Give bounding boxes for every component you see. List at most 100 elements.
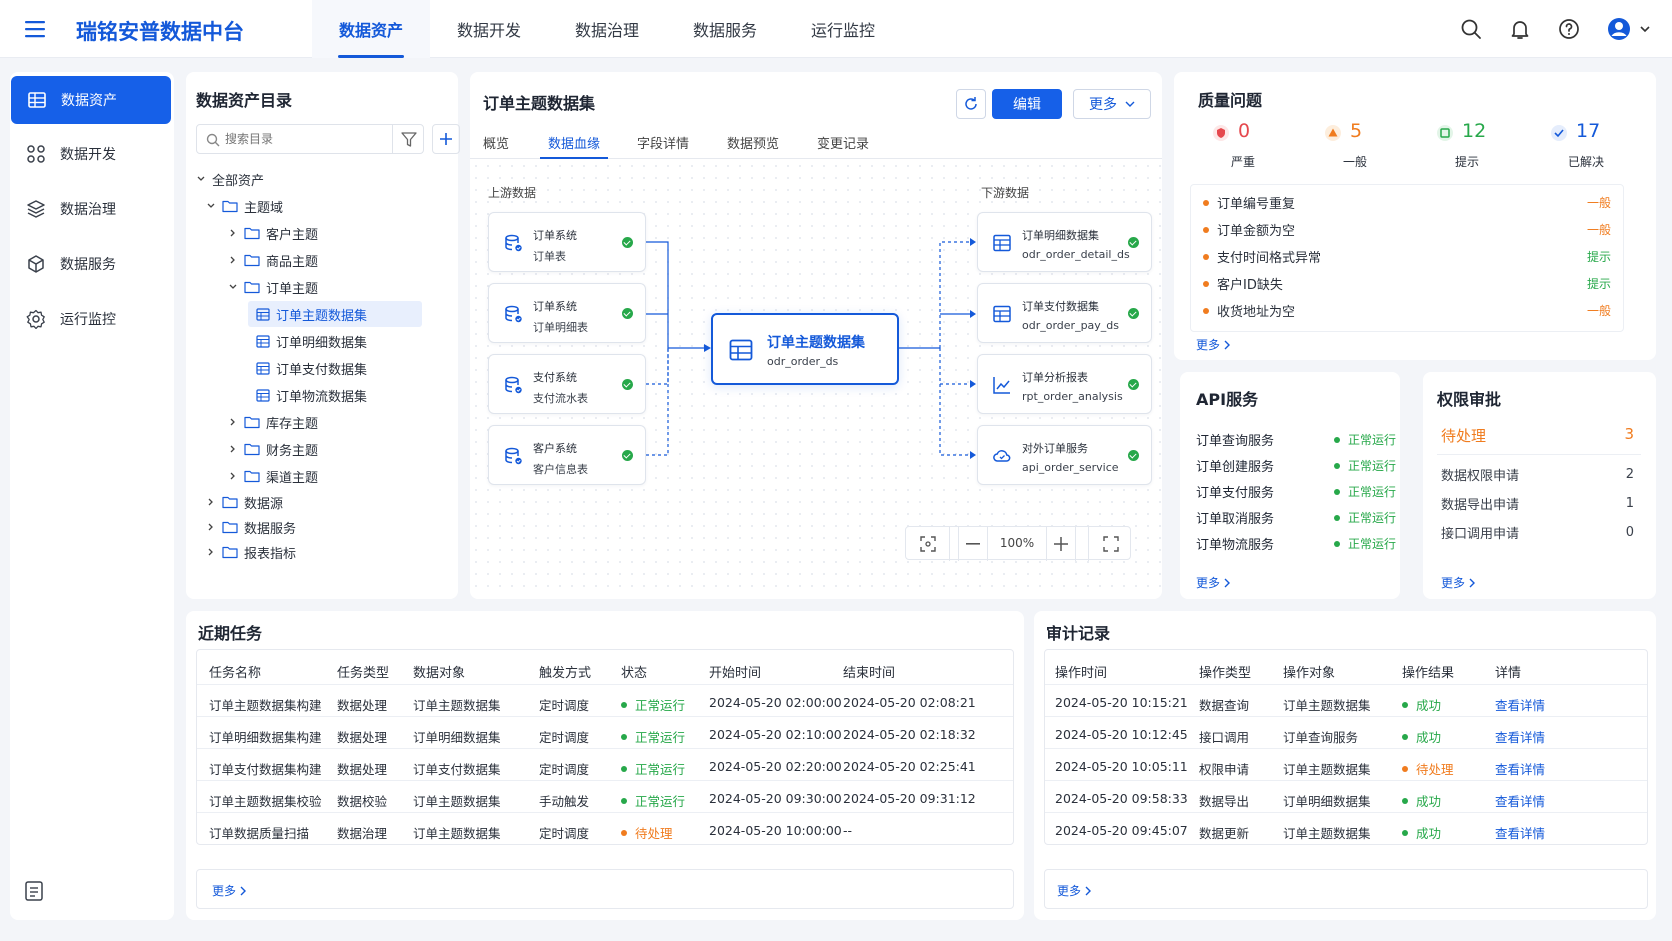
tree-node[interactable]: 商品主题 <box>228 247 318 273</box>
nav-tab-monitor[interactable]: 运行监控 <box>784 0 902 58</box>
tab-fields[interactable]: 字段详情 <box>637 133 689 152</box>
chevron-right-icon[interactable] <box>228 417 238 427</box>
sidebar-item-service[interactable]: 数据服务 <box>10 240 170 288</box>
tree-node[interactable]: 主题域 <box>206 193 283 219</box>
table-row[interactable]: 订单数据质量扫描 数据治理 订单主题数据集 定时调度 待处理 2024-05-20 10:… <box>197 812 1013 846</box>
upstream-node[interactable]: 订单系统 订单明细表 <box>488 283 646 343</box>
view-detail-link[interactable]: 查看详情 <box>1495 823 1545 842</box>
tab-lineage[interactable]: 数据血缘 <box>540 133 608 159</box>
table-row[interactable]: 2024-05-20 10:05:11 权限申请 订单主题数据集 待处理 查看详情 <box>1045 748 1647 782</box>
center-dataset-node[interactable]: 订单主题数据集 odr_order_ds <box>711 313 899 385</box>
user-avatar[interactable] <box>1607 17 1651 41</box>
view-detail-link[interactable]: 查看详情 <box>1495 759 1545 778</box>
document-icon[interactable] <box>24 880 44 902</box>
upstream-node[interactable]: 客户系统 客户信息表 <box>488 425 646 485</box>
approval-item[interactable]: 接口调用申请 0 <box>1441 520 1634 544</box>
table-row[interactable]: 2024-05-20 10:15:21 数据查询 订单主题数据集 成功 查看详情 <box>1045 684 1647 718</box>
tree-node[interactable]: 数据源 <box>206 489 283 515</box>
menu-icon[interactable] <box>24 19 46 39</box>
downstream-node[interactable]: 订单支付数据集 odr_order_pay_ds <box>977 283 1152 343</box>
tree-node[interactable]: 订单主题 <box>228 274 318 300</box>
edit-button[interactable]: 编辑 <box>992 89 1062 119</box>
tree-node[interactable]: 订单主题数据集 <box>248 301 422 327</box>
tree-node[interactable]: 财务主题 <box>228 436 318 462</box>
quality-issue[interactable]: 客户ID缺失 提示 <box>1203 270 1611 297</box>
quality-stat[interactable]: 5 一般 <box>1314 120 1404 176</box>
table-row[interactable]: 订单主题数据集构建 数据处理 订单主题数据集 定时调度 正常运行 2024-05-20 0… <box>197 684 1013 718</box>
catalog-search-input[interactable] <box>225 129 375 149</box>
table-row[interactable]: 订单明细数据集构建 数据处理 订单明细数据集 定时调度 正常运行 2024-05-20 0… <box>197 716 1013 750</box>
add-catalog-button[interactable] <box>432 124 460 154</box>
chevron-right-icon[interactable] <box>228 255 238 265</box>
chevron-right-icon[interactable] <box>228 228 238 238</box>
tab-overview[interactable]: 概览 <box>483 133 509 152</box>
sidebar-item-monitor[interactable]: 运行监控 <box>10 295 170 343</box>
approval-item[interactable]: 数据权限申请 2 <box>1441 462 1634 486</box>
tree-node[interactable]: 全部资产 <box>196 166 264 192</box>
quality-issue[interactable]: 订单金额为空 一般 <box>1203 216 1611 243</box>
upstream-node[interactable]: 支付系统 支付流水表 <box>488 354 646 414</box>
help-icon[interactable] <box>1557 17 1581 41</box>
quality-more-link[interactable]: 更多 <box>1196 336 1231 353</box>
tree-node[interactable]: 报表指标 <box>206 539 296 565</box>
chevron-right-icon[interactable] <box>228 444 238 454</box>
search-icon[interactable] <box>1459 17 1483 41</box>
api-service-item[interactable]: 订单取消服务 正常运行 <box>1196 504 1396 531</box>
more-dropdown[interactable]: 更多 <box>1073 89 1151 119</box>
fit-view-button[interactable] <box>906 527 950 561</box>
zoom-out-button[interactable] <box>958 527 988 561</box>
quality-stat[interactable]: 12 提示 <box>1426 120 1516 176</box>
fullscreen-button[interactable] <box>1088 527 1132 561</box>
view-detail-link[interactable]: 查看详情 <box>1495 727 1545 746</box>
audit-more-link[interactable]: 更多 <box>1057 882 1092 899</box>
nav-tab-assets[interactable]: 数据资产 <box>312 0 430 58</box>
table-row[interactable]: 订单支付数据集构建 数据处理 订单支付数据集 定时调度 正常运行 2024-05-20 0… <box>197 748 1013 782</box>
chevron-down-icon[interactable] <box>228 282 238 292</box>
table-row[interactable]: 2024-05-20 09:45:07 数据更新 订单主题数据集 成功 查看详情 <box>1045 812 1647 846</box>
tree-node[interactable]: 订单支付数据集 <box>256 355 367 381</box>
api-service-item[interactable]: 订单查询服务 正常运行 <box>1196 426 1396 453</box>
upstream-node[interactable]: 订单系统 订单表 <box>488 212 646 272</box>
quality-stat[interactable]: 17 已解决 <box>1540 120 1630 176</box>
table-row[interactable]: 2024-05-20 09:58:33 数据导出 订单明细数据集 成功 查看详情 <box>1045 780 1647 814</box>
chevron-down-icon[interactable] <box>206 201 216 211</box>
tree-node[interactable]: 渠道主题 <box>228 463 318 489</box>
tree-node[interactable]: 数据服务 <box>206 514 296 540</box>
chevron-down-icon[interactable] <box>196 174 206 184</box>
sidebar-item-dev[interactable]: 数据开发 <box>10 130 170 178</box>
view-detail-link[interactable]: 查看详情 <box>1495 791 1545 810</box>
tab-changes[interactable]: 变更记录 <box>817 133 869 152</box>
tree-node[interactable]: 库存主题 <box>228 409 318 435</box>
tasks-more-link[interactable]: 更多 <box>212 882 247 899</box>
api-more-link[interactable]: 更多 <box>1196 574 1231 591</box>
approval-more-link[interactable]: 更多 <box>1441 574 1476 591</box>
tab-preview[interactable]: 数据预览 <box>727 133 779 152</box>
downstream-node[interactable]: 订单明细数据集 odr_order_detail_ds <box>977 212 1152 272</box>
tree-node[interactable]: 客户主题 <box>228 220 318 246</box>
nav-tab-dev[interactable]: 数据开发 <box>430 0 548 58</box>
downstream-node[interactable]: 订单分析报表 rpt_order_analysis <box>977 354 1152 414</box>
zoom-in-button[interactable] <box>1046 527 1076 561</box>
downstream-node[interactable]: 对外订单服务 api_order_service <box>977 425 1152 485</box>
api-service-item[interactable]: 订单物流服务 正常运行 <box>1196 530 1396 557</box>
view-detail-link[interactable]: 查看详情 <box>1495 695 1545 714</box>
api-service-item[interactable]: 订单支付服务 正常运行 <box>1196 478 1396 505</box>
nav-tab-service[interactable]: 数据服务 <box>666 0 784 58</box>
lineage-canvas[interactable]: 上游数据 下游数据 订单系统 订单表 订单系统 订单明细表 支付系统 支付流水表… <box>470 160 1162 596</box>
nav-tab-governance[interactable]: 数据治理 <box>548 0 666 58</box>
tree-node[interactable]: 订单物流数据集 <box>256 382 367 408</box>
approval-item[interactable]: 数据导出申请 1 <box>1441 491 1634 515</box>
chevron-right-icon[interactable] <box>206 497 216 507</box>
sidebar-item-assets[interactable]: 数据资产 <box>11 76 171 124</box>
table-row[interactable]: 2024-05-20 10:12:45 接口调用 订单查询服务 成功 查看详情 <box>1045 716 1647 750</box>
quality-stat[interactable]: 0 严重 <box>1202 120 1292 176</box>
sidebar-item-governance[interactable]: 数据治理 <box>10 185 170 233</box>
table-row[interactable]: 订单主题数据集校验 数据校验 订单主题数据集 手动触发 正常运行 2024-05-20 0… <box>197 780 1013 814</box>
chevron-right-icon[interactable] <box>206 547 216 557</box>
quality-issue[interactable]: 收货地址为空 一般 <box>1203 297 1611 324</box>
api-service-item[interactable]: 订单创建服务 正常运行 <box>1196 452 1396 479</box>
refresh-button[interactable] <box>956 89 986 119</box>
filter-icon[interactable] <box>401 132 417 147</box>
tree-node[interactable]: 订单明细数据集 <box>256 328 367 354</box>
bell-icon[interactable] <box>1508 17 1532 41</box>
